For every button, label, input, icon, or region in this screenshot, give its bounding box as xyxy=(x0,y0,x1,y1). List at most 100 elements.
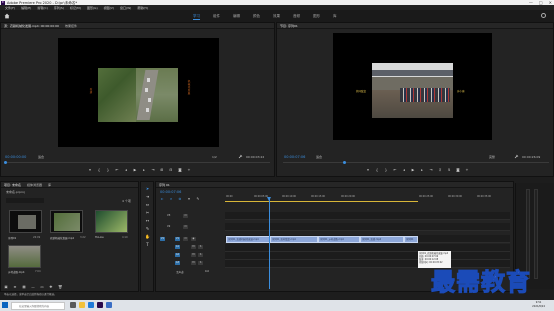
menu-clip[interactable]: 剪辑(C) xyxy=(37,6,47,10)
track-v2[interactable] xyxy=(225,223,510,231)
menu-view[interactable]: 视图(V) xyxy=(104,6,114,10)
search-icon[interactable] xyxy=(541,13,546,18)
new-bin-icon[interactable]: ▭ xyxy=(40,285,44,289)
windows-start-icon[interactable] xyxy=(2,302,8,308)
timeline-playhead[interactable] xyxy=(269,199,270,289)
tab-effect-controls[interactable]: 效果控件 xyxy=(65,24,77,28)
workspace-tab-editing[interactable]: 编辑 xyxy=(233,14,240,20)
track-label-a3[interactable]: A3 xyxy=(175,261,180,265)
program-scrubber[interactable] xyxy=(283,162,549,163)
step-forward-icon[interactable]: ▸ xyxy=(142,168,146,172)
timeline-clip[interactable]: 序列01 xyxy=(404,236,418,243)
play-icon[interactable]: ▶ xyxy=(411,168,415,172)
selection-tool-icon[interactable]: ➤ xyxy=(145,186,150,191)
zoom-slider-icon[interactable]: — xyxy=(31,285,35,289)
bin-thumbnail[interactable] xyxy=(9,210,42,233)
source-playhead[interactable] xyxy=(4,161,7,164)
program-resolution-select[interactable]: 完整 xyxy=(489,155,495,159)
lift-icon[interactable]: ⊼ xyxy=(438,168,442,172)
go-to-in-icon[interactable]: ⇤ xyxy=(393,168,397,172)
menu-help[interactable]: 帮助(H) xyxy=(137,6,148,10)
mark-in-icon[interactable]: { xyxy=(375,168,379,172)
bin-thumbnail[interactable] xyxy=(8,245,41,268)
source-patch-v1[interactable]: V1 xyxy=(160,237,165,241)
new-item-icon[interactable]: ✚ xyxy=(49,285,53,289)
hand-tool-icon[interactable]: ✋ xyxy=(145,234,150,239)
timeline-timecode[interactable]: 00:00:07:06 xyxy=(160,190,181,194)
tab-project[interactable]: 项目: 未命名 xyxy=(4,183,21,187)
program-fit-select[interactable]: 适合 xyxy=(316,155,322,159)
toggle-sync-lock-icon[interactable]: ⊡ xyxy=(183,237,188,241)
step-back-icon[interactable]: ◂ xyxy=(402,168,406,172)
task-view-icon[interactable] xyxy=(70,302,76,308)
icon-view-icon[interactable]: ▦ xyxy=(22,285,26,289)
nest-icon[interactable]: ⊏ xyxy=(160,197,164,201)
source-timecode[interactable]: 00:00:00:00 xyxy=(5,155,26,159)
mark-out-icon[interactable]: { xyxy=(97,168,101,172)
source-resolution-select[interactable]: 1/2 xyxy=(212,155,217,159)
trash-icon[interactable]: 🗑 xyxy=(58,285,62,289)
workspace-tab-assembly[interactable]: 组件 xyxy=(213,14,220,20)
add-marker-icon[interactable]: ▾ xyxy=(187,197,191,201)
mark-clip-icon[interactable]: } xyxy=(106,168,110,172)
menu-edit[interactable]: 编辑(E) xyxy=(21,6,31,10)
workspace-tab-learn[interactable]: 学习 xyxy=(193,14,200,20)
taskbar-clock[interactable]: 9:51 2021/6/24 xyxy=(532,301,545,309)
mute-icon[interactable]: M xyxy=(191,253,196,257)
work-area-bar[interactable] xyxy=(225,201,418,203)
tab-libraries[interactable]: 库 xyxy=(48,183,51,187)
menu-marker[interactable]: 标记(M) xyxy=(70,6,81,10)
go-to-out-icon[interactable]: ⇥ xyxy=(429,168,433,172)
file-explorer-icon[interactable] xyxy=(79,302,85,308)
razor-tool-icon[interactable]: ✂ xyxy=(145,210,150,215)
snap-icon[interactable]: ∩ xyxy=(169,197,173,201)
menu-sequence[interactable]: 序列(S) xyxy=(54,6,64,10)
menu-window[interactable]: 窗口(W) xyxy=(120,6,131,10)
go-to-in-icon[interactable]: ⇤ xyxy=(115,168,119,172)
track-label-a2[interactable]: A2 xyxy=(175,253,180,257)
track-a1[interactable] xyxy=(225,244,510,252)
workspace-tab-audio[interactable]: 音频 xyxy=(293,14,300,20)
linked-selection-icon[interactable]: ⊗ xyxy=(178,197,182,201)
timeline-settings-icon[interactable]: ✎ xyxy=(196,197,200,201)
mark-out-icon[interactable]: } xyxy=(384,168,388,172)
step-forward-icon[interactable]: ▸ xyxy=(420,168,424,172)
source-fit-select[interactable]: 适合 xyxy=(38,155,44,159)
add-button-icon[interactable]: + xyxy=(465,168,469,172)
master-volume-value[interactable]: 0.0 xyxy=(205,270,209,273)
solo-icon[interactable]: S xyxy=(198,245,203,249)
menu-graphics[interactable]: 图形(G) xyxy=(87,6,98,10)
track-v3[interactable] xyxy=(225,212,510,220)
overwrite-icon[interactable]: ⊟ xyxy=(169,168,173,172)
eye-icon[interactable]: ◉ xyxy=(191,237,196,241)
type-tool-icon[interactable]: T xyxy=(145,242,150,247)
extract-icon[interactable]: ⊻ xyxy=(447,168,451,172)
insert-icon[interactable]: ⊞ xyxy=(160,168,164,172)
bin-thumbnail[interactable] xyxy=(95,210,128,233)
taskbar-search-input[interactable]: 在这里输入你要搜索的内容 xyxy=(11,301,65,310)
workspace-tab-color[interactable]: 颜色 xyxy=(253,14,260,20)
edge-browser-icon[interactable] xyxy=(88,302,94,308)
source-scrubber[interactable] xyxy=(4,162,270,163)
add-button-icon[interactable]: + xyxy=(187,168,191,172)
workspace-tab-libraries[interactable]: 库 xyxy=(333,14,337,20)
slip-tool-icon[interactable]: ↔ xyxy=(145,218,150,223)
export-frame-icon[interactable]: ◙ xyxy=(456,168,460,172)
app-taskbar-icon[interactable] xyxy=(106,302,112,308)
tab-media-browser[interactable]: 媒体浏览器 xyxy=(27,183,42,187)
timeline-clip[interactable]: 序列01_农耕机械化发展.mp4 xyxy=(226,236,270,243)
track-a2[interactable] xyxy=(225,252,510,260)
timeline-clip[interactable]: 序列01_农村致富.mp4 xyxy=(270,236,318,243)
toggle-sync-lock-icon[interactable]: ⊡ xyxy=(183,225,188,229)
track-select-tool-icon[interactable]: ⇥ xyxy=(145,194,150,199)
premiere-taskbar-icon[interactable] xyxy=(97,302,103,308)
timeline-clip[interactable]: 序列01_乡村道路.mp4 xyxy=(318,236,360,243)
mark-in-icon[interactable]: ▾ xyxy=(88,168,92,172)
timeline-clip[interactable]: 序列01_农耕.mp4 xyxy=(360,236,404,243)
home-icon[interactable] xyxy=(4,13,10,19)
pen-tool-icon[interactable]: ✎ xyxy=(145,226,150,231)
menu-file[interactable]: 文件(F) xyxy=(5,6,15,10)
project-search-input[interactable] xyxy=(6,198,44,203)
tab-sequence[interactable]: 序列 01 xyxy=(159,183,170,187)
tab-source[interactable]: 源：农耕机械化发展.mp4: 00:00:00:00 xyxy=(4,24,59,28)
